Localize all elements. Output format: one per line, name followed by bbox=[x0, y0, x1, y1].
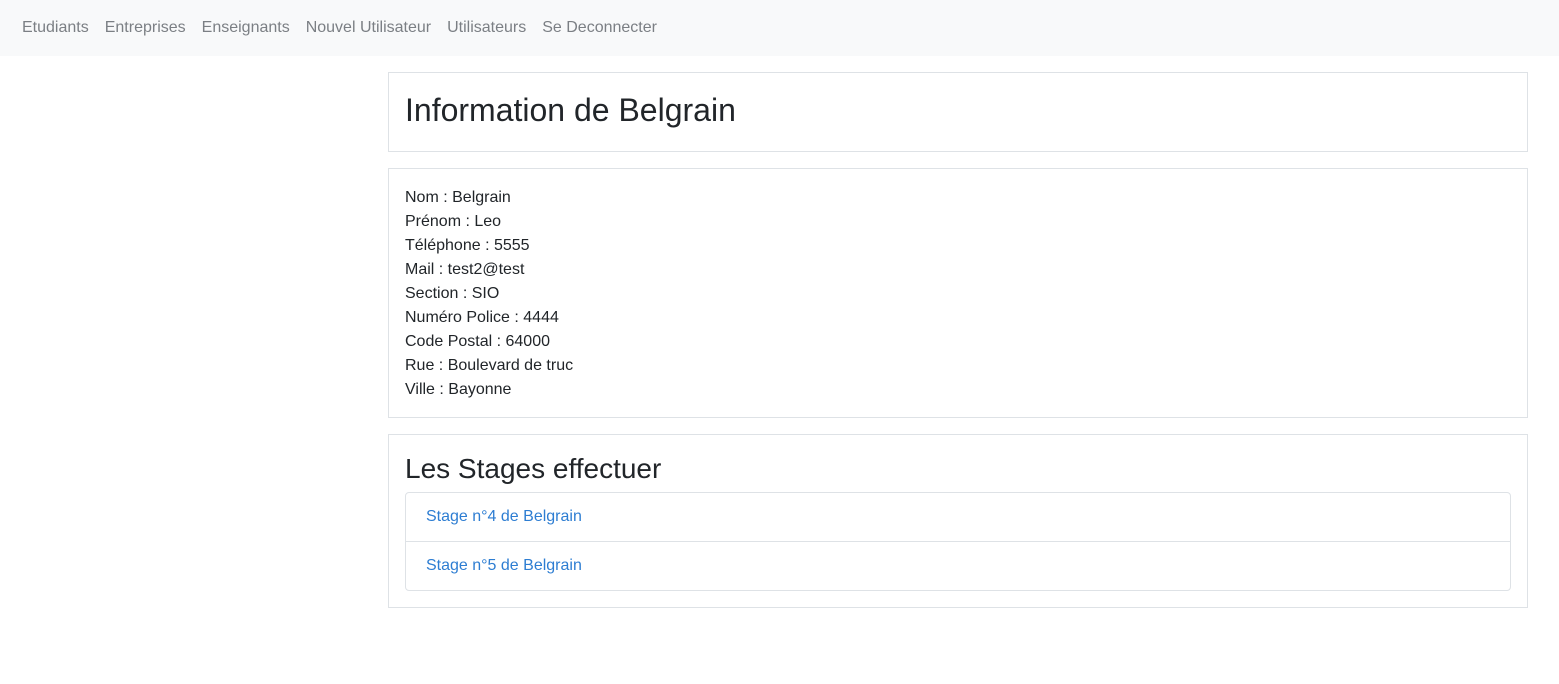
page-title: Information de Belgrain bbox=[405, 92, 736, 128]
info-card: Nom : Belgrain Prénom : Leo Téléphone : … bbox=[388, 168, 1528, 418]
title-card: Information de Belgrain bbox=[388, 72, 1528, 152]
stages-card: Les Stages effectuer Stage n°4 de Belgra… bbox=[388, 434, 1528, 608]
stages-heading: Les Stages effectuer bbox=[405, 453, 662, 484]
nav-link-entreprises[interactable]: Entreprises bbox=[97, 19, 194, 37]
info-numero-police: Numéro Police : 4444 bbox=[405, 309, 559, 326]
nav-link-se-deconnecter[interactable]: Se Deconnecter bbox=[534, 19, 665, 37]
info-rue: Rue : Boulevard de truc bbox=[405, 357, 574, 374]
stage-link-5[interactable]: Stage n°5 de Belgrain bbox=[426, 557, 582, 575]
info-ville: Ville : Bayonne bbox=[405, 381, 512, 398]
stage-list: Stage n°4 de Belgrain Stage n°5 de Belgr… bbox=[405, 492, 1511, 591]
nav-link-enseignants[interactable]: Enseignants bbox=[194, 19, 298, 37]
info-nom: Nom : Belgrain bbox=[405, 189, 511, 206]
top-navbar: Etudiants Entreprises Enseignants Nouvel… bbox=[0, 0, 1559, 56]
info-prenom: Prénom : Leo bbox=[405, 213, 502, 230]
stage-list-item: Stage n°5 de Belgrain bbox=[406, 542, 1510, 590]
stage-link-4[interactable]: Stage n°4 de Belgrain bbox=[426, 508, 582, 526]
info-list: Nom : Belgrain Prénom : Leo Téléphone : … bbox=[405, 186, 573, 402]
info-code-postal: Code Postal : 64000 bbox=[405, 333, 550, 350]
info-mail: Mail : test2@test bbox=[405, 261, 525, 278]
stage-list-item: Stage n°4 de Belgrain bbox=[406, 493, 1510, 542]
info-telephone: Téléphone : 5555 bbox=[405, 237, 530, 254]
info-section: Section : SIO bbox=[405, 285, 500, 302]
nav-link-nouvel-utilisateur[interactable]: Nouvel Utilisateur bbox=[298, 19, 439, 37]
nav-link-etudiants[interactable]: Etudiants bbox=[14, 19, 97, 37]
nav-link-utilisateurs[interactable]: Utilisateurs bbox=[439, 19, 534, 37]
